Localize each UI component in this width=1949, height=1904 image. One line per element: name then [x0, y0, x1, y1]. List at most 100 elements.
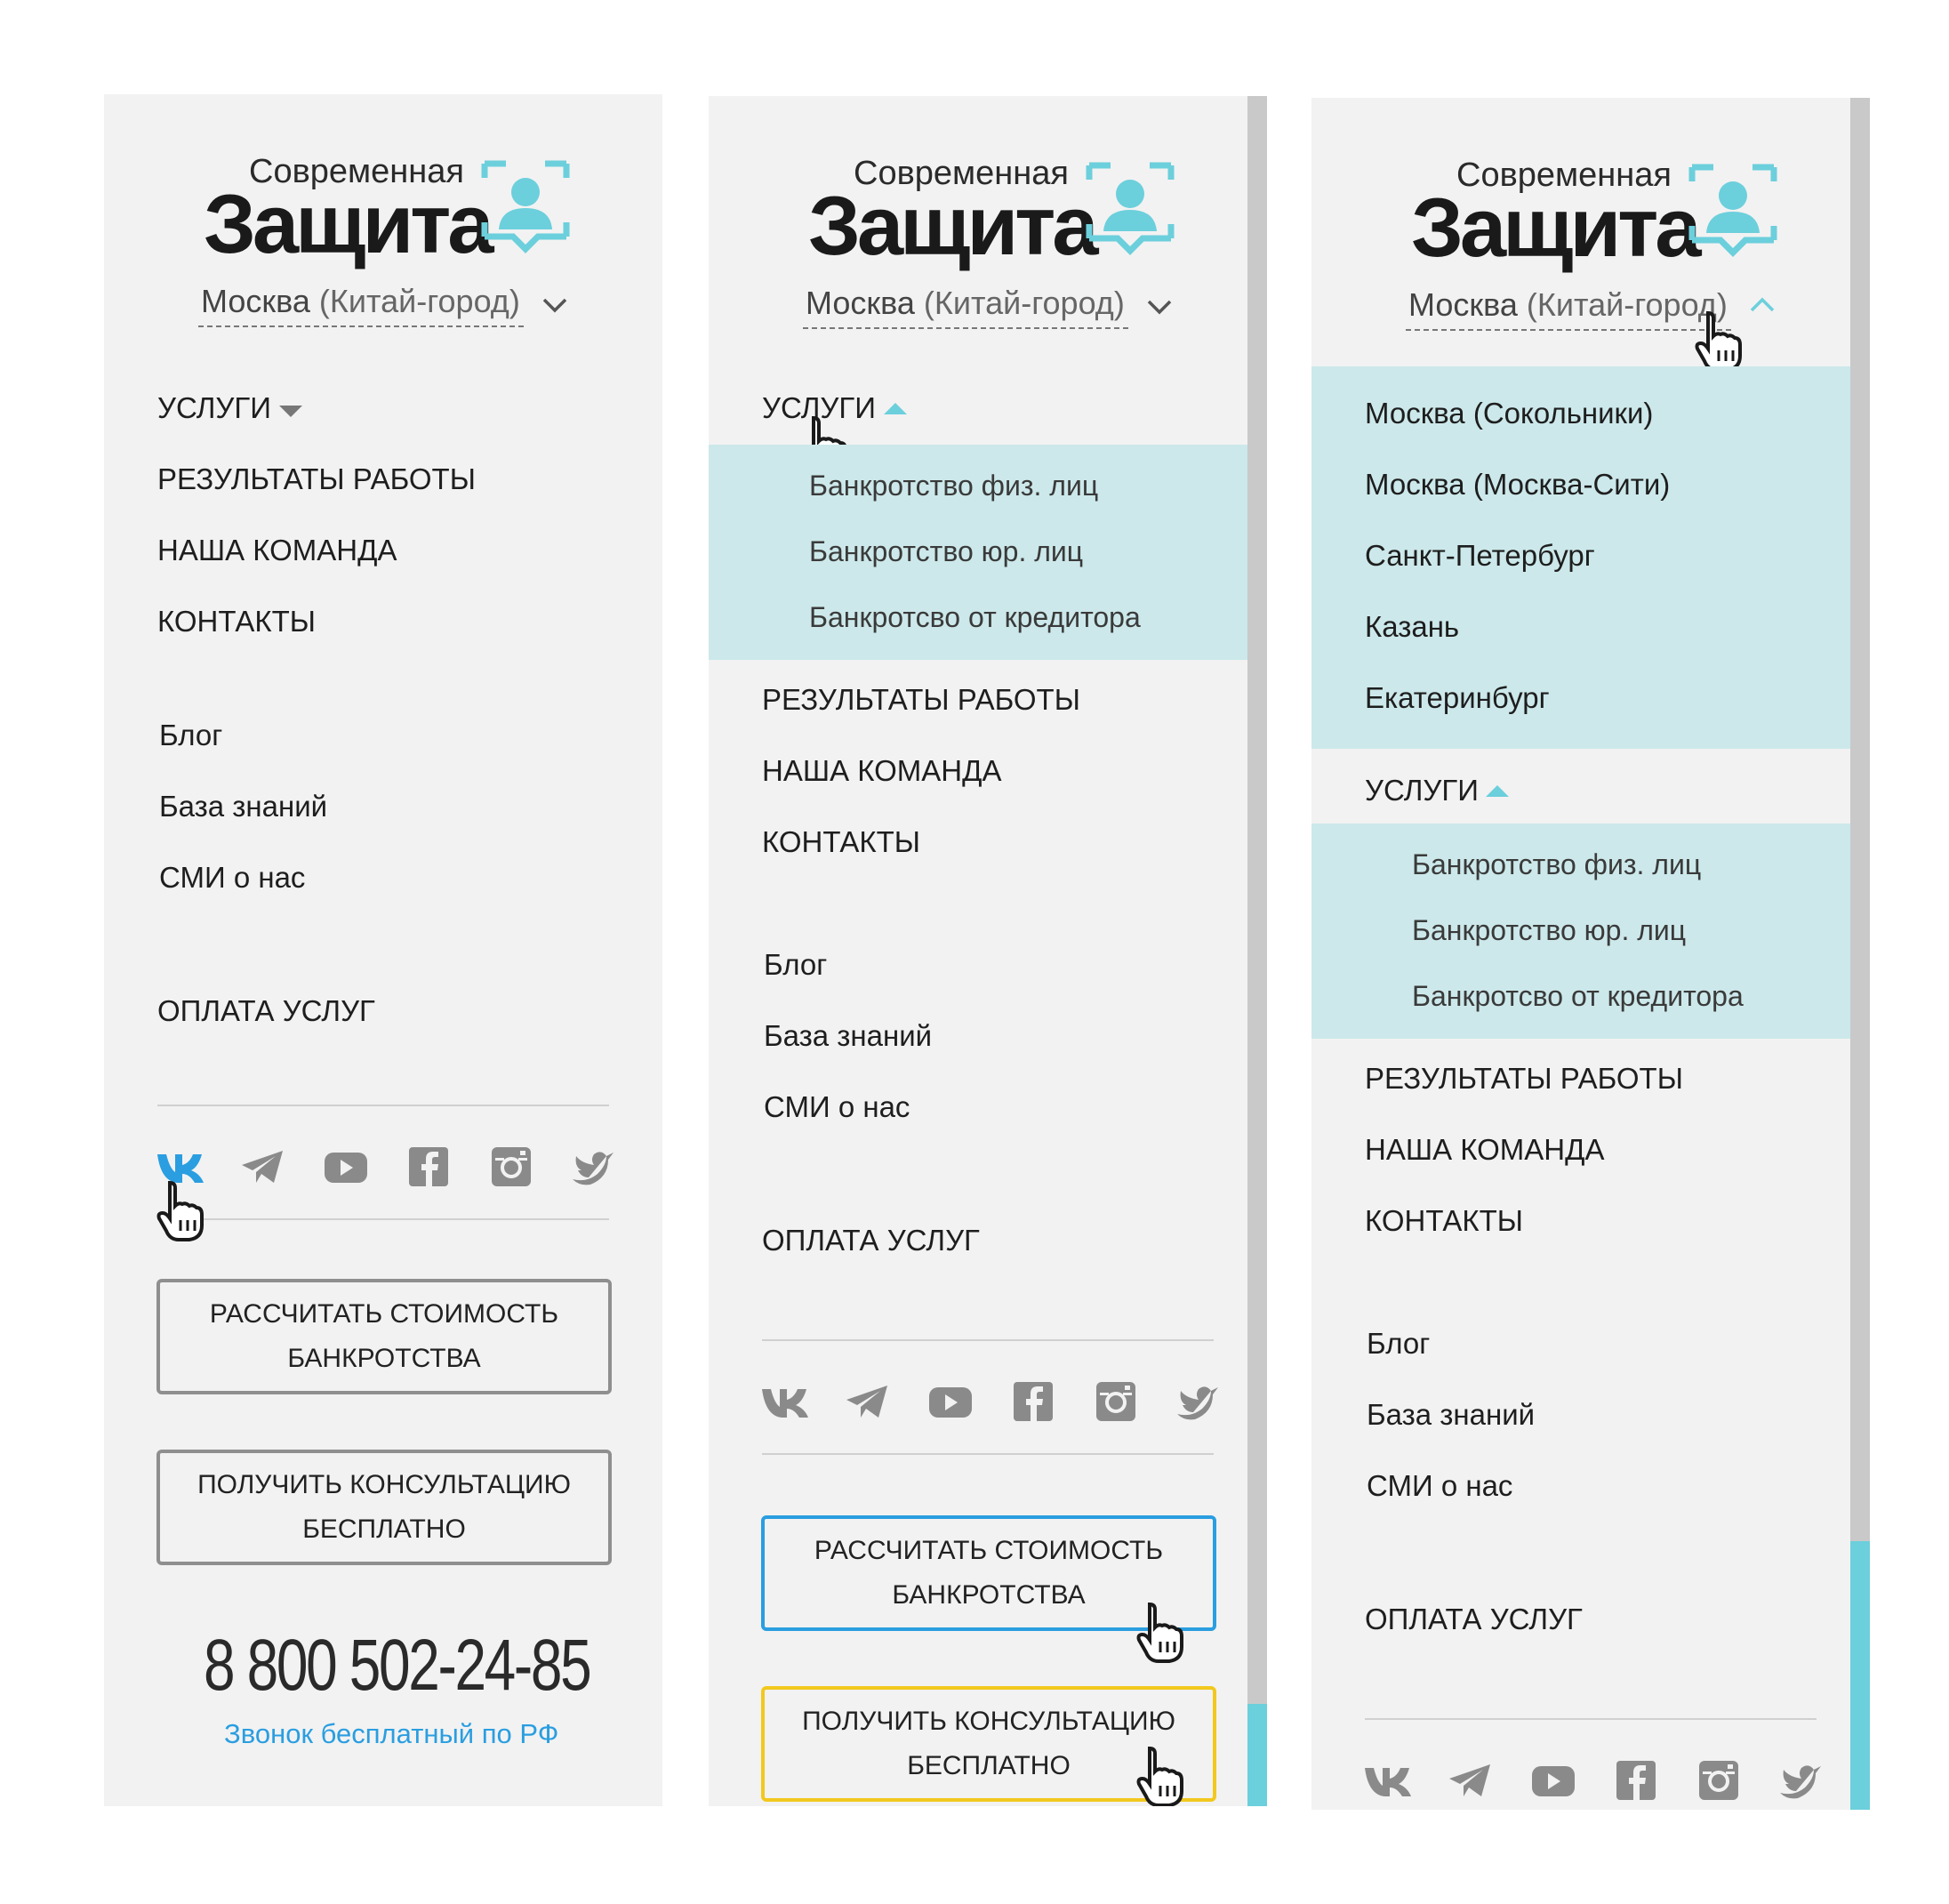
twitter-icon[interactable]	[1174, 1377, 1223, 1426]
divider	[157, 1218, 609, 1220]
link-blog[interactable]: Блог	[764, 948, 827, 982]
scrollbar-thumb[interactable]	[1850, 1541, 1870, 1810]
hand-cursor-icon	[156, 1180, 204, 1241]
nav-results[interactable]: РЕЗУЛЬТАТЫ РАБОТЫ	[762, 683, 1080, 717]
nav-services[interactable]: УСЛУГИ	[157, 391, 271, 425]
city-main: Москва	[806, 285, 915, 321]
youtube-icon[interactable]	[1528, 1755, 1578, 1805]
city-selector[interactable]: Москва (Китай-город)	[1408, 286, 1728, 324]
telegram-icon[interactable]	[843, 1377, 893, 1426]
chevron-up-icon[interactable]	[1747, 290, 1777, 320]
city-main: Москва	[1408, 286, 1518, 323]
link-knowledge[interactable]: База знаний	[764, 1019, 932, 1053]
link-media[interactable]: СМИ о нас	[1367, 1469, 1512, 1503]
city-selector[interactable]: Москва (Китай-город)	[806, 285, 1125, 322]
city-sub: (Китай-город)	[318, 283, 520, 319]
menu-panel-collapsed: Современная Защита Москва (Китай-город) …	[104, 94, 662, 1806]
instagram-icon[interactable]	[486, 1142, 536, 1192]
instagram-icon[interactable]	[1091, 1377, 1141, 1426]
caret-up-icon[interactable]	[1486, 785, 1509, 797]
nav-contacts[interactable]: КОНТАКТЫ	[1365, 1204, 1523, 1238]
youtube-icon[interactable]	[321, 1142, 371, 1192]
nav-payment[interactable]: ОПЛАТА УСЛУГ	[157, 994, 375, 1028]
submenu-item-individuals[interactable]: Банкротство физ. лиц	[1412, 848, 1701, 881]
menu-panel-services-open: Современная Защита Москва (Китай-город) …	[709, 96, 1267, 1806]
calc-cost-button[interactable]: РАССЧИТАТЬ СТОИМОСТЬ БАНКРОТСТВА	[156, 1279, 612, 1394]
nav-contacts[interactable]: КОНТАКТЫ	[157, 605, 316, 639]
city-sub: (Китай-город)	[923, 285, 1125, 321]
free-consult-label-1: ПОЛУЧИТЬ КОНСУЛЬТАЦИЮ	[802, 1707, 1175, 1736]
free-consult-label-1: ПОЛУЧИТЬ КОНСУЛЬТАЦИЮ	[197, 1470, 571, 1499]
city-option[interactable]: Екатеринбург	[1365, 681, 1550, 715]
nav-team[interactable]: НАША КОМАНДА	[762, 754, 1001, 788]
link-knowledge[interactable]: База знаний	[1367, 1398, 1535, 1432]
nav-results[interactable]: РЕЗУЛЬТАТЫ РАБОТЫ	[157, 462, 476, 496]
instagram-icon[interactable]	[1694, 1755, 1744, 1805]
logo-text-big: Защита	[204, 177, 494, 270]
city-option[interactable]: Москва (Москва-Сити)	[1365, 468, 1670, 502]
logo-shield-icon	[1086, 162, 1175, 255]
submenu-item-legal[interactable]: Банкротство юр. лиц	[1412, 914, 1686, 947]
nav-payment[interactable]: ОПЛАТА УСЛУГ	[1365, 1603, 1583, 1636]
scrollbar-track[interactable]	[1247, 96, 1267, 1806]
chevron-down-icon[interactable]	[1144, 292, 1175, 322]
telegram-icon[interactable]	[1446, 1755, 1496, 1805]
nav-services-label: УСЛУГИ	[157, 391, 271, 424]
free-consult-button[interactable]: ПОЛУЧИТЬ КОНСУЛЬТАЦИЮ БЕСПЛАТНО	[156, 1450, 612, 1565]
logo-text-big: Защита	[1411, 181, 1702, 274]
vk-icon[interactable]	[760, 1377, 810, 1426]
city-option[interactable]: Санкт-Петербург	[1365, 539, 1595, 573]
caret-down-icon[interactable]	[279, 406, 302, 417]
logo-shield-icon	[481, 160, 570, 253]
city-option[interactable]: Казань	[1365, 610, 1459, 644]
nav-team[interactable]: НАША КОМАНДА	[1365, 1133, 1604, 1167]
hand-cursor-icon	[1695, 310, 1742, 372]
nav-services[interactable]: УСЛУГИ	[1365, 774, 1479, 807]
calc-cost-label-2: БАНКРОТСТВА	[287, 1344, 481, 1373]
link-blog[interactable]: Блог	[159, 719, 222, 752]
twitter-icon[interactable]	[1777, 1755, 1826, 1805]
city-underline	[1406, 329, 1731, 331]
city-underline	[198, 325, 524, 327]
scrollbar-thumb[interactable]	[1247, 1704, 1267, 1806]
divider	[157, 1105, 609, 1106]
submenu-item-creditor[interactable]: Банкротсво от кредитора	[1412, 980, 1744, 1013]
submenu-item-creditor[interactable]: Банкротсво от кредитора	[809, 601, 1141, 634]
facebook-icon[interactable]	[404, 1142, 453, 1192]
city-underline	[803, 327, 1128, 329]
calc-cost-label-1: РАССЧИТАТЬ СТОИМОСТЬ	[209, 1299, 559, 1329]
vk-icon[interactable]	[1363, 1755, 1413, 1805]
submenu-item-individuals[interactable]: Банкротство физ. лиц	[809, 470, 1098, 502]
twitter-icon[interactable]	[569, 1142, 619, 1192]
nav-payment[interactable]: ОПЛАТА УСЛУГ	[762, 1224, 980, 1257]
hand-cursor-icon	[1136, 1746, 1183, 1806]
telegram-icon[interactable]	[238, 1142, 288, 1192]
submenu-item-legal[interactable]: Банкротство юр. лиц	[809, 535, 1083, 568]
nav-contacts[interactable]: КОНТАКТЫ	[762, 825, 920, 859]
city-main: Москва	[201, 283, 310, 319]
link-media[interactable]: СМИ о нас	[159, 861, 305, 895]
phone-note: Звонок бесплатный по РФ	[224, 1718, 559, 1749]
calc-cost-label-1: РАССЧИТАТЬ СТОИМОСТЬ	[814, 1536, 1164, 1565]
caret-up-icon[interactable]	[884, 403, 907, 414]
logo-text-big: Защита	[808, 179, 1099, 272]
chevron-down-icon[interactable]	[540, 290, 570, 320]
link-blog[interactable]: Блог	[1367, 1327, 1430, 1361]
divider	[1365, 1718, 1817, 1720]
divider	[762, 1339, 1214, 1341]
youtube-icon[interactable]	[926, 1377, 975, 1426]
divider	[762, 1453, 1214, 1455]
city-option[interactable]: Москва (Сокольники)	[1365, 397, 1653, 430]
nav-results[interactable]: РЕЗУЛЬТАТЫ РАБОТЫ	[1365, 1062, 1683, 1096]
hand-cursor-icon	[1136, 1602, 1183, 1663]
nav-team[interactable]: НАША КОМАНДА	[157, 534, 397, 567]
link-knowledge[interactable]: База знаний	[159, 790, 327, 823]
phone-number[interactable]: 8 800 502-24-85	[204, 1624, 592, 1707]
facebook-icon[interactable]	[1008, 1377, 1058, 1426]
link-media[interactable]: СМИ о нас	[764, 1090, 910, 1124]
facebook-icon[interactable]	[1611, 1755, 1661, 1805]
free-consult-label-2: БЕСПЛАТНО	[302, 1514, 466, 1544]
city-selector[interactable]: Москва (Китай-город)	[201, 283, 520, 320]
logo-shield-icon	[1688, 164, 1777, 257]
menu-panel-city-open: Современная Защита Москва (Китай-город) …	[1311, 98, 1870, 1810]
